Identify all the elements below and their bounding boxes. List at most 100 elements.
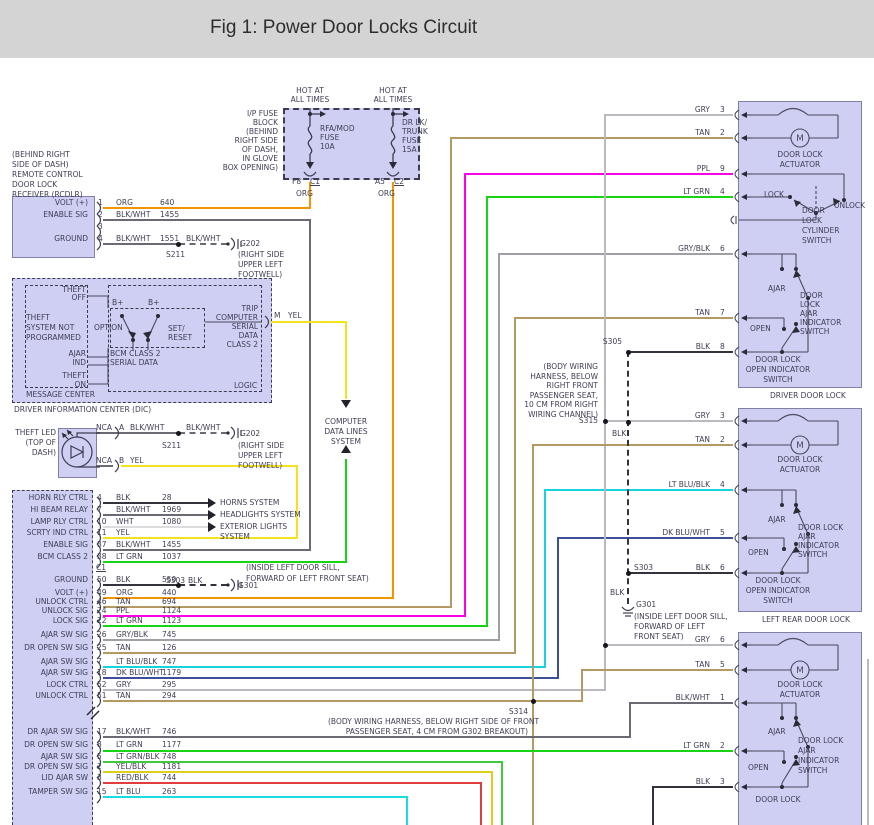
label: DOOR xyxy=(800,291,823,300)
label: DK BLU/WHT xyxy=(662,528,710,537)
label: INDICATOR xyxy=(798,541,840,550)
wire-segment xyxy=(581,669,733,671)
label: S305 xyxy=(602,337,622,346)
label: BLK xyxy=(695,777,710,786)
label: 1123 xyxy=(162,616,182,625)
label: BLK/WHT xyxy=(116,505,151,514)
label: 46 xyxy=(97,597,107,606)
wire-segment xyxy=(627,351,733,353)
label: 6 xyxy=(720,244,725,253)
label: DRIVER DOOR LOCK xyxy=(770,391,846,400)
label: FORWARD OF LEFT FRONT SEAT) xyxy=(246,574,369,583)
label: LOCK xyxy=(800,300,820,309)
label: LT GRN xyxy=(116,740,143,749)
label: 10 CM FROM RIGHT xyxy=(524,400,598,409)
label: A5 xyxy=(375,177,385,186)
label: 745 xyxy=(162,630,177,639)
wire-segment xyxy=(480,782,482,825)
label: HARNESS, BELOW xyxy=(530,371,598,381)
label: SYSTEM xyxy=(331,437,361,446)
wire-segment xyxy=(604,114,733,116)
label: 22 xyxy=(97,616,107,625)
wire-segment xyxy=(103,736,631,738)
label: 3 xyxy=(98,222,103,231)
label: M xyxy=(274,311,281,320)
label: 3 xyxy=(720,777,725,786)
label: BLK xyxy=(612,429,627,438)
label: LEFT REAR DOOR LOCK xyxy=(762,615,850,624)
label: LOCK SIG xyxy=(52,616,88,625)
label: 17 xyxy=(97,727,107,736)
label: LT GRN xyxy=(683,741,710,750)
label: SWITCH xyxy=(798,766,828,775)
label: SWITCH xyxy=(798,550,828,559)
label: LOCK xyxy=(764,190,784,199)
label: 4 xyxy=(98,234,103,243)
label: TAN xyxy=(695,435,710,444)
label: DASH) xyxy=(31,448,56,457)
arrow-icon xyxy=(341,400,351,408)
label: AJAR xyxy=(768,515,786,524)
label: G202 xyxy=(240,429,261,438)
svg-text:M: M xyxy=(796,134,804,144)
svg-text:M: M xyxy=(796,441,804,451)
label: FOOTWELL) xyxy=(238,270,283,279)
label: 6 xyxy=(720,635,725,644)
wire-segment xyxy=(296,465,298,539)
label: 15 xyxy=(97,787,107,796)
label: C1 xyxy=(96,563,107,572)
wire-segment xyxy=(392,182,394,599)
wire-segment xyxy=(103,537,298,539)
label: I/P FUSE xyxy=(247,109,278,118)
label: BLOCK xyxy=(252,118,278,127)
label: AJAR SW SIG xyxy=(40,630,88,639)
label: SERIAL DATA xyxy=(110,358,158,367)
label: TAN xyxy=(116,643,131,652)
label: 37 xyxy=(97,540,107,549)
label: COMPUTER xyxy=(215,313,258,322)
wire-segment xyxy=(629,702,733,704)
label: (RIGHT SIDE xyxy=(238,250,285,259)
label: GRY xyxy=(694,411,710,420)
label: 52 xyxy=(97,680,107,689)
label: 8 xyxy=(720,342,725,351)
label: BLK/WHT xyxy=(116,234,151,243)
wire-segment xyxy=(103,219,311,221)
label: BLK/WHT xyxy=(186,234,221,243)
label: LT GRN xyxy=(116,552,143,561)
label: AJAR xyxy=(68,349,86,358)
label: BLK/WHT xyxy=(116,540,151,549)
label: 748 xyxy=(162,752,177,761)
label: 1551 xyxy=(160,234,180,243)
wire-segment xyxy=(486,196,733,198)
wire-segment xyxy=(103,625,488,627)
wire-segment xyxy=(581,669,583,702)
wire-segment xyxy=(867,659,869,825)
label: NCA xyxy=(96,456,112,465)
label: 4 xyxy=(720,480,725,489)
label: 263 xyxy=(162,787,177,796)
wire-segment xyxy=(179,243,227,245)
label: RIGHT SIDE xyxy=(234,136,278,145)
arrow-icon xyxy=(208,510,216,520)
label: SCRTY IND CTRL xyxy=(26,528,88,537)
label: OPEN INDICATOR xyxy=(745,586,811,595)
label: PPL xyxy=(116,606,130,615)
label: ORG xyxy=(116,588,133,597)
wire-segment xyxy=(532,444,733,446)
label: LOGIC xyxy=(234,381,258,390)
label: PASSENGER SEAT, xyxy=(529,390,598,400)
label: HEADLIGHTS SYSTEM xyxy=(220,510,301,519)
label: SWITCH xyxy=(800,327,830,336)
label: S211 xyxy=(166,250,186,259)
diagram-canvas: M M M HOT AT ALL TIMES HOT AT ALL TIMES I/P FUS… xyxy=(0,0,874,825)
label: ALL TIMES xyxy=(290,95,330,104)
label: 2 xyxy=(720,435,725,444)
label: DATA xyxy=(238,331,258,340)
label: UNLOCK CTRL xyxy=(35,597,88,606)
label: DR LK/ xyxy=(402,118,427,127)
label: 1455 xyxy=(162,540,182,549)
label: 15A xyxy=(402,145,417,154)
wire-segment xyxy=(103,514,209,516)
label: 9 xyxy=(720,164,725,173)
